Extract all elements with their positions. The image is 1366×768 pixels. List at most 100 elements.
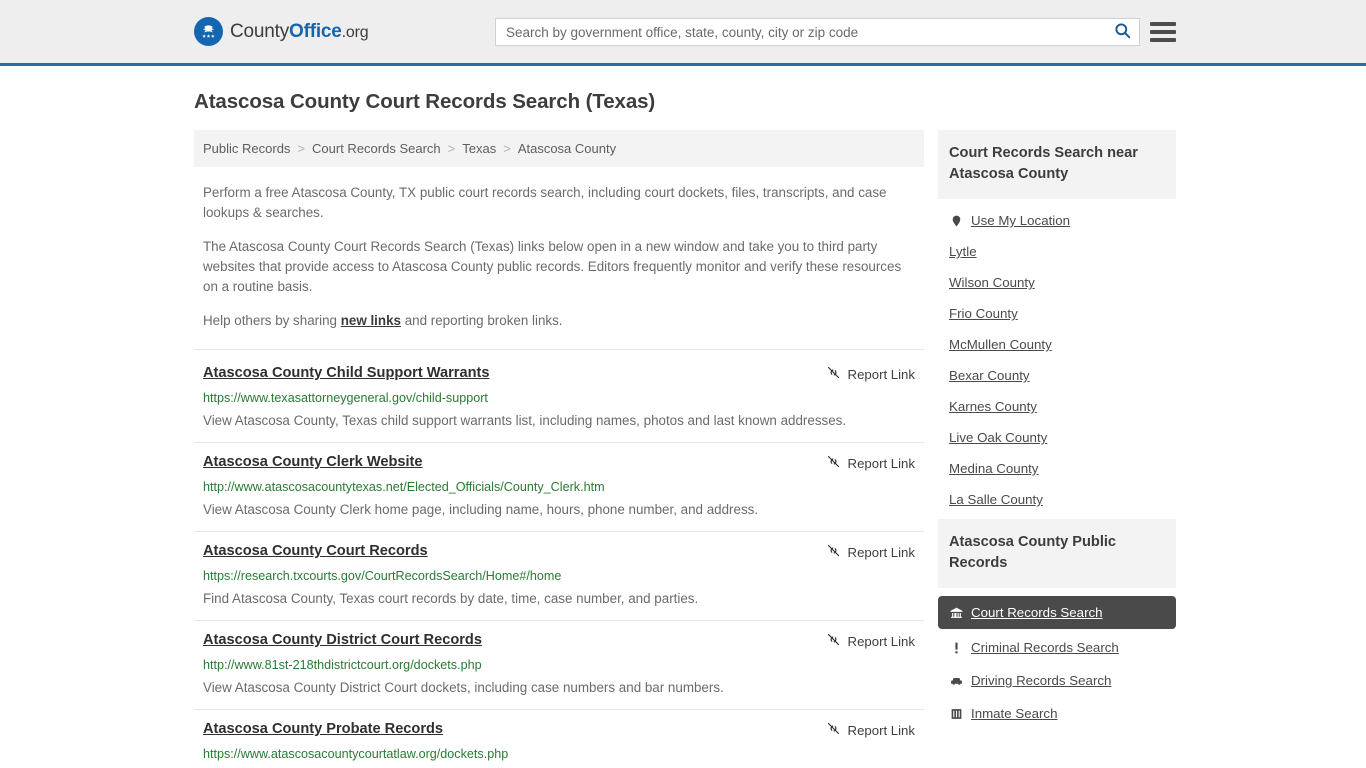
sidebar-card-public-records: Atascosa County Public Records Court Rec…	[938, 519, 1176, 730]
result-description: Find Atascosa County, Texas court record…	[203, 591, 699, 606]
sidebar-item-label: Medina County	[949, 461, 1039, 476]
result-url: http://www.81st-218thdistrictcourt.org/d…	[203, 658, 482, 672]
site-logo[interactable]: CountyOffice.org	[194, 17, 369, 46]
hamburger-menu-button[interactable]	[1150, 20, 1176, 44]
intro-text: Perform a free Atascosa County, TX publi…	[194, 183, 924, 331]
breadcrumb-separator: >	[503, 141, 511, 156]
result-header: Atascosa County Child Support Warrants Re…	[203, 364, 915, 383]
brand-part-county: County	[230, 20, 290, 42]
sidebar-item-lytle[interactable]: Lytle	[938, 236, 1176, 267]
intro-paragraph-1: Perform a free Atascosa County, TX publi…	[203, 185, 887, 220]
report-link-button[interactable]: Report Link	[826, 632, 915, 650]
result-description: View Atascosa County, Texas child suppor…	[203, 413, 847, 428]
results-list: Atascosa County Child Support Warrants Re…	[194, 349, 924, 768]
sidebar-item-label: Court Records Search	[971, 605, 1103, 620]
eagle-seal-icon	[194, 17, 223, 46]
search-button[interactable]	[1105, 19, 1139, 45]
result-title-link[interactable]: Atascosa County Child Support Warrants	[203, 364, 490, 383]
sidebar-item-mcmullen-county[interactable]: McMullen County	[938, 329, 1176, 360]
sidebar-public-records-list: Court Records Search Criminal Records Sea…	[938, 588, 1176, 730]
main-column: Public Records > Court Records Search > Texa…	[194, 130, 924, 768]
intro-p3-after: and reporting broken links.	[400, 313, 563, 328]
result-title-link[interactable]: Atascosa County District Court Records	[203, 631, 482, 650]
sidebar-item-wilson-county[interactable]: Wilson County	[938, 267, 1176, 298]
report-link-button[interactable]: Report Link	[826, 365, 915, 383]
brand-part-org: .org	[341, 23, 369, 41]
hamburger-menu-icon-bar	[1150, 38, 1176, 42]
result-item: Atascosa County Probate Records Report Li…	[194, 710, 924, 768]
result-item: Atascosa County Clerk Website Report Link…	[194, 443, 924, 532]
exclamation-icon	[949, 641, 963, 655]
result-description: View Atascosa County Clerk home page, in…	[203, 502, 759, 517]
result-title-link[interactable]: Atascosa County Court Records	[203, 542, 428, 561]
report-link-button[interactable]: Report Link	[826, 721, 915, 739]
result-url: https://www.atascosacountycourtatlaw.org…	[203, 747, 509, 761]
report-link-label: Report Link	[847, 366, 915, 382]
hamburger-menu-icon-bar	[1150, 30, 1176, 34]
sidebar-item-label: Bexar County	[949, 368, 1030, 383]
page-title: Atascosa County Court Records Search (Te…	[194, 90, 656, 113]
car-icon	[949, 674, 963, 688]
breadcrumb: Public Records > Court Records Search > Texa…	[194, 130, 924, 167]
sidebar-item-label: Driving Records Search	[971, 673, 1112, 688]
intro-paragraph-3: Help others by sharing new links and rep…	[203, 311, 903, 331]
sidebar-item-label: Live Oak County	[949, 430, 1048, 445]
sidebar-item-la-salle-county[interactable]: La Salle County	[938, 484, 1176, 515]
brand-part-office: Office	[289, 20, 342, 42]
sidebar-item-court-records-search[interactable]: Court Records Search	[938, 596, 1176, 629]
sidebar-item-label: Inmate Search	[971, 706, 1058, 721]
search-bar	[495, 18, 1140, 46]
result-url: https://research.txcourts.gov/CourtRecor…	[203, 569, 562, 583]
content-columns: Public Records > Court Records Search > Texa…	[194, 130, 1176, 768]
result-item: Atascosa County District Court Records Re…	[194, 621, 924, 710]
result-header: Atascosa County Court Records Report Link	[203, 542, 915, 561]
breadcrumb-item[interactable]: Court Records Search	[312, 141, 441, 156]
courthouse-icon	[949, 606, 963, 620]
report-link-label: Report Link	[847, 455, 915, 471]
search-input[interactable]	[496, 19, 1105, 45]
result-header: Atascosa County District Court Records Re…	[203, 631, 915, 650]
breadcrumb-separator: >	[447, 141, 456, 156]
intro-paragraph-2: The Atascosa County Court Records Search…	[203, 239, 902, 294]
intro-p3-before: Help others by sharing	[203, 313, 341, 328]
breadcrumb-item[interactable]: Texas	[462, 141, 496, 156]
sidebar-item-frio-county[interactable]: Frio County	[938, 298, 1176, 329]
result-description: View Atascosa County District Court dock…	[203, 680, 724, 695]
breadcrumb-item[interactable]: Public Records	[203, 141, 290, 156]
sidebar-item-medina-county[interactable]: Medina County	[938, 453, 1176, 484]
result-item: Atascosa County Child Support Warrants Re…	[194, 349, 924, 443]
sidebar-item-use-my-location[interactable]: Use My Location	[938, 205, 1176, 236]
sidebar-item-label: Karnes County	[949, 399, 1037, 414]
breadcrumb-item[interactable]: Atascosa County	[518, 141, 616, 156]
sidebar-item-inmate-search[interactable]: Inmate Search	[938, 697, 1176, 730]
sidebar-nearby-list: Use My Location Lytle Wilson County Frio Co…	[938, 199, 1176, 515]
broken-link-icon	[826, 721, 841, 739]
sidebar-card-nearby: Court Records Search near Atascosa Count…	[938, 130, 1176, 515]
result-url: https://www.texasattorneygeneral.gov/chi…	[203, 391, 488, 405]
result-title-link[interactable]: Atascosa County Probate Records	[203, 720, 443, 739]
sidebar-item-label: Criminal Records Search	[971, 640, 1119, 655]
sidebar-item-live-oak-county[interactable]: Live Oak County	[938, 422, 1176, 453]
sidebar-item-criminal-records-search[interactable]: Criminal Records Search	[938, 631, 1176, 664]
sidebar-item-driving-records-search[interactable]: Driving Records Search	[938, 664, 1176, 697]
broken-link-icon	[826, 543, 841, 561]
sidebar-nearby-heading: Court Records Search near Atascosa Count…	[938, 130, 1176, 199]
search-icon	[1113, 21, 1132, 43]
new-links-link[interactable]: new links	[341, 313, 401, 328]
result-url: http://www.atascosacountytexas.net/Elect…	[203, 480, 605, 494]
sidebar-public-records-heading: Atascosa County Public Records	[938, 519, 1176, 588]
map-pin-icon	[949, 214, 963, 228]
report-link-button[interactable]: Report Link	[826, 543, 915, 561]
sidebar-item-label: Frio County	[949, 306, 1018, 321]
result-item: Atascosa County Court Records Report Link…	[194, 532, 924, 621]
result-header: Atascosa County Probate Records Report Li…	[203, 720, 915, 739]
sidebar-item-label: Wilson County	[949, 275, 1035, 290]
jail-icon	[949, 707, 963, 721]
result-title-link[interactable]: Atascosa County Clerk Website	[203, 453, 423, 472]
sidebar-item-bexar-county[interactable]: Bexar County	[938, 360, 1176, 391]
broken-link-icon	[826, 365, 841, 383]
broken-link-icon	[826, 632, 841, 650]
result-header: Atascosa County Clerk Website Report Link	[203, 453, 915, 472]
sidebar-item-karnes-county[interactable]: Karnes County	[938, 391, 1176, 422]
report-link-button[interactable]: Report Link	[826, 454, 915, 472]
